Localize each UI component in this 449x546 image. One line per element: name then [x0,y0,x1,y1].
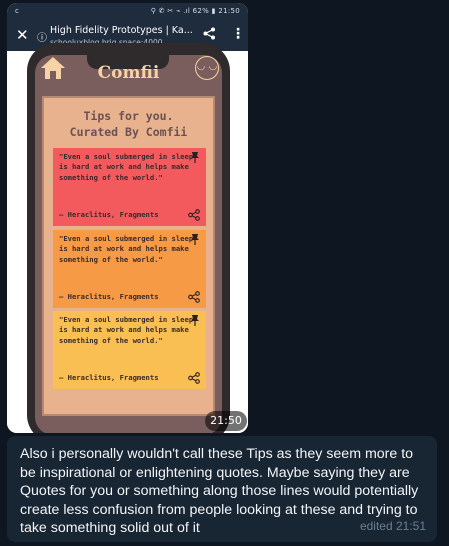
prototype-image: Comfii ◡ ◡ Tips for you. Curated By Comf… [7,43,248,433]
image-attachment[interactable]: c ⚲ ✆ ✂ ⌁ .ıl 62% ▮ 21:50 ✕ ⓘ High Fidel… [7,3,248,433]
tip-author: – Heraclitus, Fragments [59,372,159,382]
tip-card[interactable]: "Even a soul submerged in sleep is hard … [53,230,206,308]
tip-author: – Heraclitus, Fragments [59,291,159,301]
pin-icon[interactable] [190,233,200,245]
smile-icon[interactable]: ◡ ◡ [195,56,219,80]
info-icon[interactable]: ⓘ [37,29,47,44]
media-timestamp: 21:50 [205,411,247,431]
tips-title-line2: Curated By Comfii [69,125,188,139]
share-icon[interactable] [188,372,200,384]
status-bar-right: ⚲ ✆ ✂ ⌁ .ıl 62% ▮ 21:50 [150,7,240,15]
status-bar: c ⚲ ✆ ✂ ⌁ .ıl 62% ▮ 21:50 [7,3,248,20]
message-bubble[interactable]: Also i personally wouldn't call these Ti… [7,436,437,542]
close-icon[interactable]: ✕ [16,26,29,44]
pin-icon[interactable] [190,314,200,326]
share-icon[interactable] [188,291,200,303]
pin-icon[interactable] [190,151,200,163]
share-glyph [203,27,215,40]
share-icon[interactable] [188,209,200,221]
page-title: High Fidelity Prototypes | Ka... [50,25,193,36]
edited-timestamp: edited 21:51 [359,519,426,534]
phone-frame: Comfii ◡ ◡ Tips for you. Curated By Comf… [27,43,230,433]
app-brand: Comfii [97,63,160,83]
tip-quote: "Even a soul submerged in sleep is hard … [59,152,194,182]
tip-quote: "Even a soul submerged in sleep is hard … [59,234,194,264]
share-icon[interactable] [203,27,216,44]
tip-quote: "Even a soul submerged in sleep is hard … [59,315,194,345]
tip-card[interactable]: "Even a soul submerged in sleep is hard … [53,311,206,389]
tip-card[interactable]: "Even a soul submerged in sleep is hard … [53,148,206,226]
tips-title-line1: Tips for you. [83,109,174,123]
tips-panel: Tips for you. Curated By Comfii "Even a … [42,96,215,416]
menu-icon[interactable]: ⋮ [231,26,245,42]
tip-author: – Heraclitus, Fragments [59,209,159,219]
phone-screen: Comfii ◡ ◡ Tips for you. Curated By Comf… [35,55,222,433]
status-bar-left: c [15,7,19,15]
